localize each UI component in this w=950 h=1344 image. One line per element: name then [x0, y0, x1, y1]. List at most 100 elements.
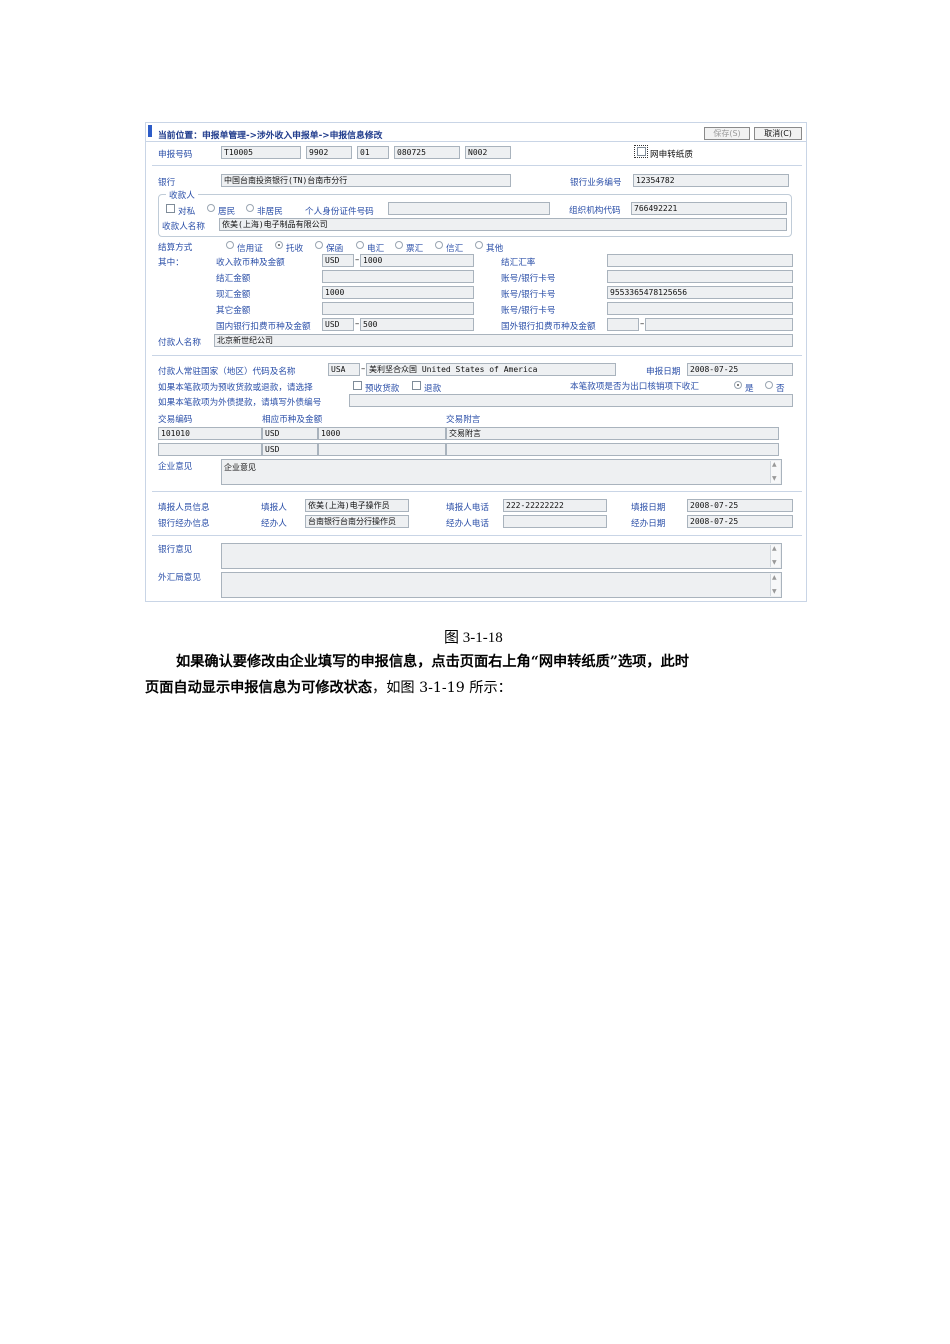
scroll-up-icon[interactable]: ▲ — [772, 546, 777, 552]
handler-person-field[interactable]: 台南银行台南分行操作员 — [305, 515, 409, 528]
paragraph-bold-1: 如果确认要修改由企业填写的申报信息，点击页面右上角“网申转纸质”选项，此时 — [176, 654, 689, 670]
report-date-label: 申报日期 — [646, 367, 681, 377]
org-code-label: 组织机构代码 — [569, 206, 621, 216]
paper-conversion-checkbox[interactable] — [637, 147, 646, 156]
dash: – — [355, 255, 360, 265]
enterprise-opinion-text: 企业意见 — [224, 463, 256, 472]
enterprise-opinion-textarea[interactable]: 企业意见 ▲ ▼ — [221, 459, 782, 485]
settle-amount-label: 结汇金额 — [216, 274, 251, 284]
payee-name-field[interactable]: 依美(上海)电子制品有限公司 — [219, 218, 787, 231]
settlement-radio-dd[interactable] — [395, 241, 403, 249]
org-code-field[interactable]: 766492221 — [631, 202, 787, 215]
report-no-part-2[interactable]: 9902 — [306, 146, 352, 159]
settle-amount-field[interactable] — [322, 270, 474, 283]
settlement-radio-mt[interactable] — [435, 241, 443, 249]
resident-radio[interactable] — [207, 204, 215, 212]
prepay-question: 如果本笔款项为预收货款或退款，请选择 — [158, 383, 313, 393]
resident-label: 居民 — [218, 207, 236, 217]
transaction-code-cell[interactable]: 101010 — [158, 427, 262, 440]
recv-amount-field[interactable]: 1000 — [360, 254, 474, 267]
cancel-button[interactable]: 取消(C) — [754, 127, 802, 140]
payer-name-label: 付款人名称 — [158, 338, 201, 348]
domestic-fee-currency-field[interactable]: USD — [322, 318, 354, 331]
country-name-field[interactable]: 美利坚合众国 United States of America — [366, 363, 616, 376]
account2-field[interactable]: 9553365478125656 — [607, 286, 793, 299]
transaction-amount-cell[interactable]: 1000 — [318, 427, 446, 440]
foreign-fee-amount-field[interactable] — [645, 318, 793, 331]
nonresident-radio[interactable] — [246, 204, 254, 212]
figure-caption: 图 3-1-18 — [444, 630, 503, 646]
handler-date-field[interactable]: 2008-07-25 — [687, 515, 793, 528]
title-marker — [148, 125, 152, 137]
settlement-option-other: 其他 — [486, 244, 504, 254]
divider — [152, 535, 802, 536]
settlement-radio-lc[interactable] — [226, 241, 234, 249]
screenshot-figure: 当前位置：申报单管理->涉外收入申报单->申报信息修改 保存(S) 取消(C) … — [145, 122, 807, 602]
settlement-radio-collection[interactable] — [275, 241, 283, 249]
payer-name-field[interactable]: 北京新世纪公司 — [214, 334, 793, 347]
bank-biz-no-label: 银行业务编号 — [570, 178, 622, 188]
settlement-radio-other[interactable] — [475, 241, 483, 249]
account1-label: 账号/银行卡号 — [501, 274, 556, 284]
filler-phone-label: 填报人电话 — [446, 503, 489, 513]
spot-amount-field[interactable]: 1000 — [322, 286, 474, 299]
save-button[interactable]: 保存(S) — [704, 127, 750, 140]
scrollbar[interactable]: ▲ ▼ — [770, 545, 780, 567]
report-no-part-4[interactable]: 080725 — [394, 146, 460, 159]
external-debt-field[interactable] — [349, 394, 793, 407]
report-no-part-3[interactable]: 01 — [357, 146, 389, 159]
scrollbar[interactable]: ▲ ▼ — [770, 574, 780, 596]
foreign-fee-currency-field[interactable] — [607, 318, 639, 331]
recv-currency-field[interactable]: USD — [322, 254, 354, 267]
fx-rate-label: 结汇汇率 — [501, 258, 536, 268]
handler-phone-field[interactable] — [503, 515, 607, 528]
dash: – — [355, 319, 360, 329]
settlement-radio-tt[interactable] — [356, 241, 364, 249]
transaction-amount-cell[interactable] — [318, 443, 446, 456]
export-no-radio[interactable] — [765, 381, 773, 389]
scroll-up-icon[interactable]: ▲ — [772, 575, 777, 581]
fx-rate-field[interactable] — [607, 254, 793, 267]
scrollbar[interactable]: ▲ ▼ — [770, 461, 780, 483]
scroll-down-icon[interactable]: ▼ — [772, 589, 777, 595]
settlement-option-mt: 信汇 — [446, 244, 464, 254]
report-no-part-1[interactable]: T10005 — [221, 146, 301, 159]
domestic-fee-amount-field[interactable]: 500 — [360, 318, 474, 331]
transaction-code-header: 交易编码 — [158, 415, 193, 425]
bank-field[interactable]: 中国台南投资银行(TN)台南市分行 — [221, 174, 511, 187]
refund-option-label: 退款 — [424, 384, 442, 394]
private-checkbox[interactable] — [166, 204, 175, 213]
scroll-up-icon[interactable]: ▲ — [772, 462, 777, 468]
id-number-field[interactable] — [388, 202, 550, 215]
account3-field[interactable] — [607, 302, 793, 315]
export-yes-radio[interactable] — [734, 381, 742, 389]
country-code-field[interactable]: USA — [328, 363, 360, 376]
account2-label: 账号/银行卡号 — [501, 290, 556, 300]
breakdown-label: 其中： — [158, 258, 184, 268]
filler-info-label: 填报人员信息 — [158, 503, 210, 513]
filler-person-field[interactable]: 依美(上海)电子操作员 — [305, 499, 409, 512]
paragraph-tail: ，如图 3-1-19 所示： — [372, 680, 512, 696]
refund-checkbox[interactable] — [412, 381, 421, 390]
bank-opinion-label: 银行意见 — [158, 545, 193, 555]
prepay-checkbox[interactable] — [353, 381, 362, 390]
bank-opinion-textarea[interactable]: ▲ ▼ — [221, 543, 782, 569]
filler-phone-field[interactable]: 222-22222222 — [503, 499, 607, 512]
transaction-currency-cell[interactable]: USD — [262, 443, 318, 456]
other-amount-field[interactable] — [322, 302, 474, 315]
country-label: 付款人常驻国家（地区）代码及名称 — [158, 367, 296, 377]
report-no-part-5[interactable]: N002 — [465, 146, 511, 159]
settlement-label: 结算方式 — [158, 243, 193, 253]
bank-biz-no-field[interactable]: 12354782 — [633, 174, 789, 187]
scroll-down-icon[interactable]: ▼ — [772, 560, 777, 566]
scroll-down-icon[interactable]: ▼ — [772, 476, 777, 482]
transaction-note-cell[interactable]: 交易附言 — [446, 427, 779, 440]
account1-field[interactable] — [607, 270, 793, 283]
filler-date-field[interactable]: 2008-07-25 — [687, 499, 793, 512]
safe-opinion-textarea[interactable]: ▲ ▼ — [221, 572, 782, 598]
transaction-currency-cell[interactable]: USD — [262, 427, 318, 440]
report-date-field[interactable]: 2008-07-25 — [687, 363, 793, 376]
settlement-radio-guarantee[interactable] — [315, 241, 323, 249]
transaction-code-cell[interactable] — [158, 443, 262, 456]
transaction-note-cell[interactable] — [446, 443, 779, 456]
